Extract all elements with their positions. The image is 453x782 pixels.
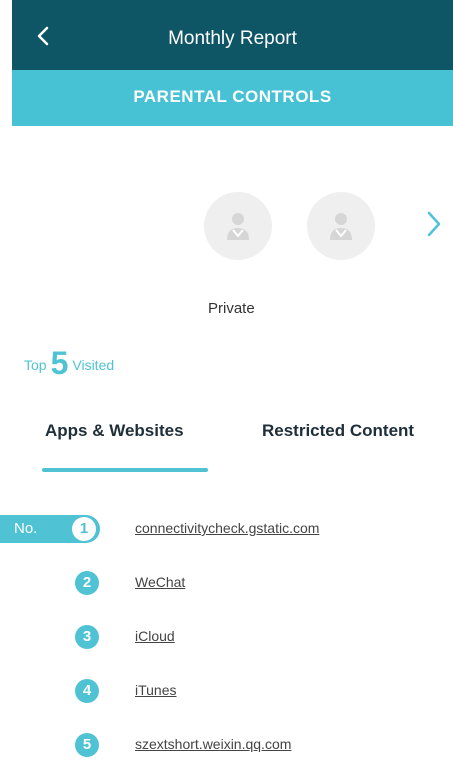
app-screen: Monthly Report PARENTAL CONTROLS Private… [0,0,453,782]
list-item: No. 1 connectivitycheck.gstatic.com [0,515,453,543]
list-item: 2 WeChat [12,569,453,597]
list-item: 5 szextshort.weixin.qq.com [12,731,453,759]
tab-apps-websites[interactable]: Apps & Websites [45,421,184,441]
section-banner: PARENTAL CONTROLS [12,70,453,126]
banner-title: PARENTAL CONTROLS [133,87,332,106]
list-item: 4 iTunes [12,677,453,705]
site-link[interactable]: iTunes [135,682,177,698]
rank-number: 2 [75,571,99,595]
tab-restricted-content[interactable]: Restricted Content [262,421,414,441]
person-icon [330,213,352,240]
top-visited-suffix: Visited [72,357,115,373]
active-tab-indicator [42,468,208,472]
top-visited-prefix: Top [24,357,47,373]
rank-prefix: No. [14,520,38,537]
rank-number: 5 [75,733,99,757]
rank-number: 4 [75,679,99,703]
rank-number: 1 [72,517,96,541]
person-icon [227,213,249,240]
top-visited-heading: Top 5 Visited [24,345,115,381]
profile-avatar[interactable] [204,192,272,260]
site-link[interactable]: szextshort.weixin.qq.com [135,736,291,752]
site-link[interactable]: connectivitycheck.gstatic.com [135,520,319,536]
site-link[interactable]: iCloud [135,628,175,644]
page-title: Monthly Report [168,28,297,49]
profile-name: Private [208,300,255,317]
list-item: 3 iCloud [12,623,453,651]
rank-badge-first: No. 1 [0,515,100,543]
site-link[interactable]: WeChat [135,574,185,590]
next-profile-chevron-icon[interactable] [426,210,442,238]
nav-bar: Monthly Report [12,0,453,70]
top-visited-count: 5 [50,345,69,381]
rank-number: 3 [75,625,99,649]
profile-avatar[interactable] [307,192,375,260]
